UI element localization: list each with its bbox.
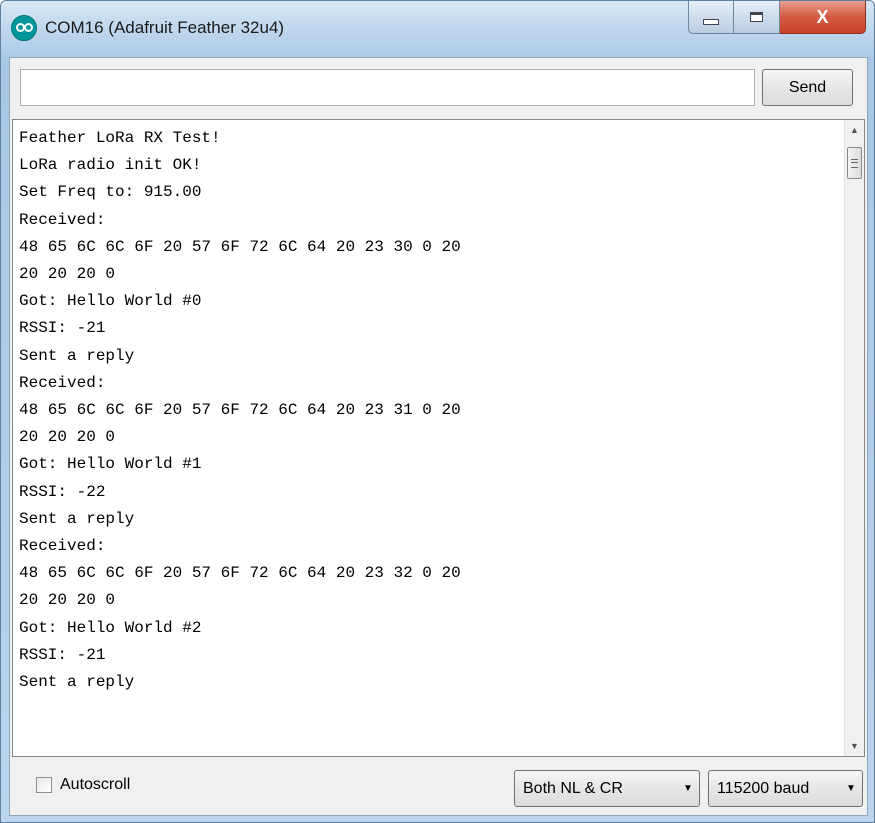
output-line: RSSI: -22 [19, 482, 106, 501]
output-line: 20 20 20 0 [19, 265, 116, 284]
autoscroll-checkbox[interactable] [36, 777, 52, 793]
output-line: Set Freq to: 915.00 [19, 183, 202, 202]
vertical-scrollbar[interactable]: ▲ ▼ [844, 120, 864, 756]
baud-rate-select[interactable]: 115200 baud ▼ [708, 770, 863, 807]
output-line: Got: Hello World #0 [19, 292, 202, 311]
chevron-down-icon: ▼ [846, 783, 856, 794]
baud-rate-value: 115200 baud [717, 779, 810, 797]
output-line: Sent a reply [19, 346, 135, 365]
output-line: 48 65 6C 6C 6F 20 57 6F 72 6C 64 20 23 3… [19, 564, 461, 583]
send-bar: Send [10, 58, 867, 116]
client-area: Send Feather LoRa RX Test! LoRa radio ini… [9, 57, 868, 816]
autoscroll-toggle[interactable]: Autoscroll [36, 776, 130, 794]
scroll-up-icon[interactable]: ▲ [845, 120, 864, 140]
close-button[interactable]: X [780, 1, 866, 34]
footer-bar: Autoscroll Both NL & CR ▼ 115200 baud ▼ [10, 761, 867, 813]
output-line: Received: [19, 210, 106, 229]
output-text: Feather LoRa RX Test! LoRa radio init OK!… [19, 125, 840, 696]
minimize-icon [703, 19, 719, 25]
caption-buttons: X [688, 1, 866, 37]
chevron-down-icon: ▼ [683, 783, 693, 794]
output-line: Received: [19, 373, 106, 392]
line-ending-value: Both NL & CR [523, 779, 623, 797]
serial-input[interactable] [20, 69, 755, 106]
output-line: 48 65 6C 6C 6F 20 57 6F 72 6C 64 20 23 3… [19, 237, 461, 256]
output-line: Sent a reply [19, 673, 135, 692]
output-line: Got: Hello World #1 [19, 455, 202, 474]
output-line: Got: Hello World #2 [19, 618, 202, 637]
serial-output[interactable]: Feather LoRa RX Test! LoRa radio init OK!… [12, 119, 865, 757]
grip-icon [851, 158, 858, 168]
window-title: COM16 (Adafruit Feather 32u4) [45, 18, 285, 37]
output-line: Sent a reply [19, 509, 135, 528]
serial-monitor-window: COM16 (Adafruit Feather 32u4) X Send Fea… [0, 0, 875, 823]
send-button[interactable]: Send [762, 69, 853, 106]
title-bar[interactable]: COM16 (Adafruit Feather 32u4) X [1, 1, 874, 57]
output-line: 20 20 20 0 [19, 591, 116, 610]
output-line: LoRa radio init OK! [19, 156, 202, 175]
output-line: RSSI: -21 [19, 645, 106, 664]
maximize-button[interactable] [734, 1, 780, 34]
scroll-thumb[interactable] [847, 147, 862, 179]
output-line: 20 20 20 0 [19, 428, 116, 447]
scroll-down-icon[interactable]: ▼ [845, 736, 864, 756]
output-line: Received: [19, 537, 106, 556]
arduino-logo-icon [11, 15, 37, 41]
maximize-icon [750, 12, 763, 22]
output-line: Feather LoRa RX Test! [19, 129, 221, 147]
close-icon: X [816, 6, 829, 27]
output-line: RSSI: -21 [19, 319, 106, 338]
output-line: 48 65 6C 6C 6F 20 57 6F 72 6C 64 20 23 3… [19, 401, 461, 420]
line-ending-select[interactable]: Both NL & CR ▼ [514, 770, 700, 807]
autoscroll-label: Autoscroll [60, 776, 131, 793]
minimize-button[interactable] [688, 1, 734, 34]
